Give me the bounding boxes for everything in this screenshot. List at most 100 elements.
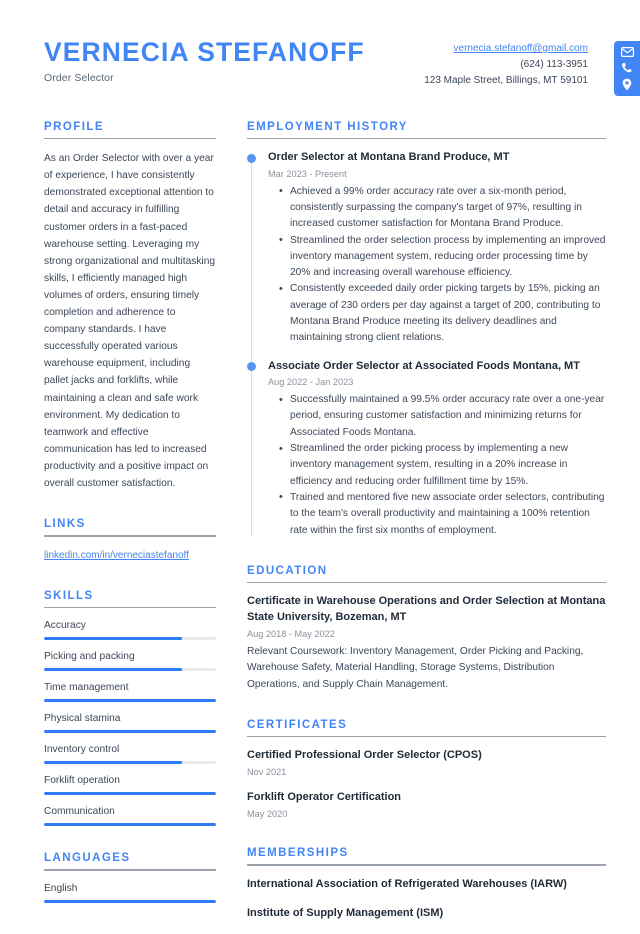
- job-bullet: Consistently exceeded daily order pickin…: [279, 281, 606, 346]
- skill-track: [44, 637, 216, 641]
- certificate-date: May 2020: [247, 809, 288, 820]
- skill-fill: [44, 699, 216, 703]
- skill-item: Communication: [44, 805, 216, 827]
- skill-track: [44, 823, 216, 827]
- education-heading: Certificate in Warehouse Operations and …: [247, 595, 606, 623]
- section-title-links: Links: [44, 518, 86, 531]
- skill-fill: [44, 668, 182, 672]
- section-title-employment: Employment History: [247, 120, 408, 133]
- main-content: Employment History Order Selector at Mon…: [247, 121, 606, 934]
- candidate-job-title: Order Selector: [44, 71, 114, 84]
- skill-item: Accuracy: [44, 619, 216, 641]
- job-bullet: Streamlined the order selection process …: [279, 232, 606, 282]
- skill-label: Time management: [44, 682, 129, 694]
- section-profile: Profile As an Order Selector with over a…: [44, 121, 216, 492]
- section-employment-history: Employment History Order Selector at Mon…: [247, 121, 606, 539]
- timeline-dot-icon: [247, 153, 256, 163]
- certificate-entry: Forklift Operator Certification May 2020: [247, 790, 606, 821]
- certificate-entry: Certified Professional Order Selector (C…: [247, 748, 606, 779]
- job-bullet: Streamlined the order picking process by…: [279, 441, 606, 490]
- section-title-languages: Languages: [44, 852, 131, 865]
- section-rule: [247, 864, 606, 867]
- skill-fill: [44, 761, 182, 765]
- employment-timeline: Order Selector at Montana Brand Produce,…: [247, 150, 606, 539]
- skill-fill: [44, 792, 216, 796]
- language-track: [44, 899, 216, 903]
- skill-item: Time management: [44, 681, 216, 703]
- skill-track: [44, 699, 216, 703]
- section-rule: [44, 137, 216, 140]
- section-title-certificates: Certificates: [247, 718, 348, 731]
- skill-label: Physical stamina: [44, 713, 121, 725]
- skill-fill: [44, 823, 216, 827]
- language-fill: [44, 899, 216, 903]
- skill-item: Forklift operation: [44, 774, 216, 796]
- education-entry: Certificate in Warehouse Operations and …: [247, 594, 606, 692]
- section-title-memberships: Memberships: [247, 847, 349, 860]
- section-rule: [247, 735, 606, 738]
- skill-label: Picking and packing: [44, 651, 135, 663]
- certificate-heading: Forklift Operator Certification: [247, 791, 402, 804]
- section-title-profile: Profile: [44, 120, 104, 133]
- education-description: Relevant Coursework: Inventory Managemen…: [247, 645, 584, 690]
- skill-item: Physical stamina: [44, 712, 216, 734]
- job-bullet: Trained and mentored five new associate …: [279, 489, 606, 539]
- section-certificates: Certificates Certified Professional Orde…: [247, 719, 606, 822]
- membership-item: Institute of Supply Management (ISM): [247, 906, 444, 919]
- timeline-dot-icon: [247, 362, 256, 372]
- section-rule: [247, 137, 606, 140]
- skill-fill: [44, 730, 216, 734]
- contact-email-link[interactable]: vernecia.stefanoff@gmail.com: [454, 43, 588, 54]
- section-education: Education Certificate in Warehouse Opera…: [247, 565, 606, 693]
- contact-phone: (624) 113-3951: [520, 59, 588, 71]
- location-pin-icon: [617, 77, 637, 91]
- job-date: Aug 2022 - Jan 2023: [268, 377, 354, 388]
- contact-address: 123 Maple Street, Billings, MT 59101: [424, 75, 588, 87]
- section-rule: [44, 535, 216, 537]
- skill-track: [44, 792, 216, 796]
- profile-text: As an Order Selector with over a year of…: [44, 153, 216, 489]
- membership-item: International Association of Refrigerate…: [247, 878, 567, 891]
- skill-label: Inventory control: [44, 744, 120, 756]
- skill-label: Forklift operation: [44, 775, 120, 787]
- envelope-icon: [617, 45, 637, 59]
- contact-icon-rail: [614, 41, 640, 96]
- section-skills: Skills Accuracy Picking and packing Time…: [44, 590, 216, 827]
- skill-label: Communication: [44, 806, 115, 818]
- job-heading: Associate Order Selector at Associated F…: [268, 359, 580, 372]
- resume-header: VERNECIA STEFANOFF Order Selector vernec…: [0, 0, 640, 96]
- sidebar: Profile As an Order Selector with over a…: [44, 121, 216, 913]
- phone-icon: [617, 61, 637, 75]
- language-label: English: [44, 882, 78, 894]
- resume-page: VERNECIA STEFANOFF Order Selector vernec…: [0, 0, 640, 919]
- section-rule: [44, 606, 216, 609]
- section-title-education: Education: [247, 564, 328, 577]
- job-bullet-list: Successfully maintained a 99.5% order ac…: [268, 392, 606, 539]
- resume-body: Profile As an Order Selector with over a…: [0, 121, 640, 934]
- job-bullet: Successfully maintained a 99.5% order ac…: [279, 392, 606, 441]
- certificate-heading: Certified Professional Order Selector (C…: [247, 749, 482, 762]
- language-item: English: [44, 882, 216, 903]
- employment-entry: Associate Order Selector at Associated F…: [247, 359, 606, 539]
- skill-item: Picking and packing: [44, 650, 216, 672]
- skill-track: [44, 761, 216, 765]
- job-date: Mar 2023 - Present: [268, 168, 347, 179]
- skill-label: Accuracy: [44, 620, 86, 632]
- section-rule: [44, 869, 216, 871]
- certificate-date: Nov 2021: [247, 767, 287, 778]
- education-date: Aug 2018 - May 2022: [247, 628, 335, 639]
- skill-fill: [44, 637, 182, 641]
- section-title-skills: Skills: [44, 589, 94, 602]
- skill-track: [44, 730, 216, 734]
- contact-block: vernecia.stefanoff@gmail.com (624) 113-3…: [424, 36, 606, 90]
- link-item-linkedin[interactable]: linkedin.com/in/verneciastefanoff: [44, 548, 216, 564]
- section-languages: Languages English: [44, 852, 216, 903]
- contact-email-line: vernecia.stefanoff@gmail.com: [424, 41, 588, 57]
- job-heading: Order Selector at Montana Brand Produce,…: [268, 151, 510, 164]
- skill-item: Inventory control: [44, 743, 216, 765]
- employment-entry: Order Selector at Montana Brand Produce,…: [247, 150, 606, 347]
- job-bullet-list: Achieved a 99% order accuracy rate over …: [268, 183, 606, 347]
- section-links: Links linkedin.com/in/verneciastefanoff: [44, 518, 216, 564]
- name-block: VERNECIA STEFANOFF Order Selector: [44, 36, 365, 84]
- section-memberships: Memberships International Association of…: [247, 847, 606, 921]
